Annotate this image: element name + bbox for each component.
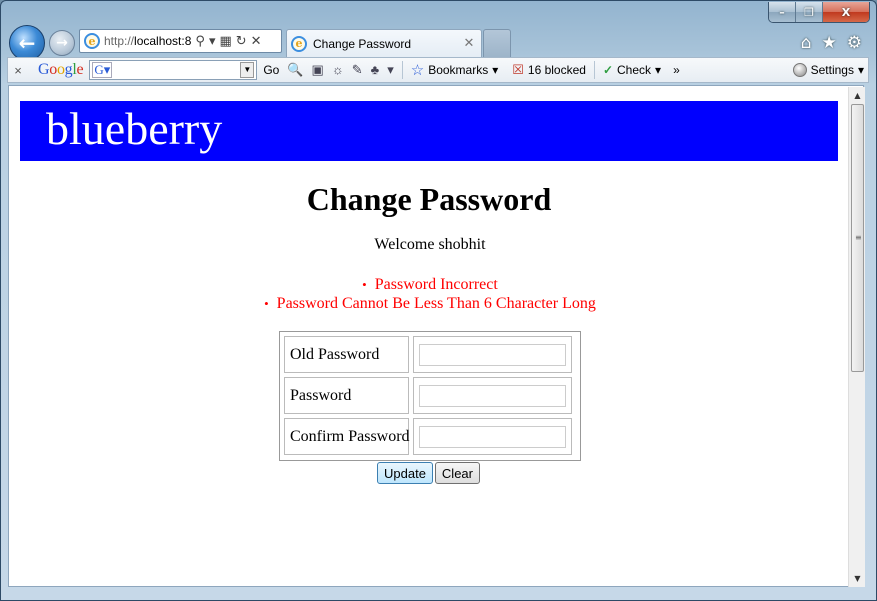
blocked-label: 16 blocked <box>527 63 586 77</box>
form-buttons: Update Clear <box>377 462 480 484</box>
forward-arrow-icon: → <box>56 35 68 51</box>
google-g-icon: G▾ <box>92 62 113 78</box>
error-item: Password Incorrect <box>9 275 851 294</box>
error-list: Password Incorrect Password Cannot Be Le… <box>9 275 851 313</box>
password-field[interactable] <box>419 384 566 407</box>
toolbar-separator <box>593 61 595 79</box>
address-host: localhost:8 <box>134 34 192 48</box>
forward-button[interactable]: → <box>49 30 75 56</box>
change-password-form: Old Password Password Confirm Password <box>279 331 581 461</box>
gear-icon[interactable]: ⚙ <box>847 33 862 53</box>
popup-blocker[interactable]: ☒ 16 blocked <box>512 62 586 78</box>
welcome-message: Welcome shobhit <box>374 236 486 253</box>
scroll-up-arrow-icon[interactable]: ▲ <box>849 87 866 104</box>
go-button[interactable]: Go <box>263 63 279 77</box>
toolbar-overflow[interactable]: » <box>673 63 680 77</box>
update-button[interactable]: Update <box>377 462 433 484</box>
chevron-down-icon: ▾ <box>655 63 662 77</box>
scroll-thumb[interactable]: ≡ <box>851 104 864 372</box>
more-dropdown-icon[interactable]: ▾ <box>387 62 394 78</box>
back-button[interactable]: ← <box>9 25 45 61</box>
close-window-button[interactable]: X <box>823 2 869 22</box>
error-item: Password Cannot Be Less Than 6 Character… <box>9 294 851 313</box>
google-toolbar: × Google G▾ ▼ Go 🔍 ▣ ☼ ✎ ♣ ▾ ☆ Bookmarks… <box>7 57 869 83</box>
translate-icon[interactable]: ✎ <box>352 62 363 78</box>
scroll-down-arrow-icon[interactable]: ▼ <box>849 570 866 587</box>
chevron-down-icon: ▾ <box>492 63 499 77</box>
chat-icon[interactable]: ☼ <box>332 62 344 78</box>
settings-icon <box>792 63 807 77</box>
form-row-old-password: Old Password <box>282 334 578 375</box>
compatibility-icon[interactable]: ▦ <box>219 34 231 49</box>
spell-check-menu[interactable]: ✓ Check ▾ <box>603 63 661 77</box>
bookmarks-menu[interactable]: ☆ Bookmarks ▾ <box>411 61 499 79</box>
address-tools: ⚲ ▾ ▦ ↻ ✕ <box>195 34 261 49</box>
ie-page-icon: e <box>84 33 100 49</box>
toolbar-search-input[interactable]: G▾ ▼ <box>89 60 258 80</box>
restore-button[interactable]: ❐ <box>796 2 823 22</box>
window-caption-buttons: – ❐ X <box>768 2 870 23</box>
form-row-confirm-password: Confirm Password <box>282 416 578 457</box>
confirm-password-label: Confirm Password <box>284 418 410 455</box>
address-prefix: http:// <box>104 34 135 48</box>
settings-label: Settings <box>810 63 854 77</box>
dropdown-icon[interactable]: ▾ <box>209 34 216 49</box>
search-zoom-icon[interactable]: 🔍 <box>287 62 303 78</box>
refresh-icon[interactable]: ↻ <box>236 34 247 49</box>
puzzle-icon[interactable]: ♣ <box>371 62 380 78</box>
navigation-bar: ← → e http://localhost:8 ⚲ ▾ ▦ ↻ ✕ e Cha… <box>1 23 877 61</box>
grip-icon: ≡ <box>855 233 862 242</box>
favorites-star-icon[interactable]: ★ <box>822 33 837 53</box>
tab-title: Change Password <box>313 36 412 51</box>
home-icon[interactable]: ⌂ <box>801 33 812 53</box>
page-viewport: blueberry Change Password Welcome shobhi… <box>8 85 864 587</box>
site-banner: blueberry <box>20 101 838 161</box>
vertical-scrollbar[interactable]: ▲ ≡ ▼ <box>848 87 865 587</box>
stop-icon[interactable]: ✕ <box>251 34 262 49</box>
toolbar-separator <box>401 61 403 79</box>
picture-icon[interactable]: ▣ <box>312 62 324 78</box>
new-tab-button[interactable] <box>483 29 511 57</box>
password-cell <box>413 377 572 414</box>
blocked-icon: ☒ <box>512 62 524 77</box>
password-label: Password <box>284 377 409 414</box>
confirm-password-cell <box>413 418 572 455</box>
back-arrow-icon: ← <box>18 31 36 55</box>
search-dropdown-icon[interactable]: ▼ <box>240 62 255 78</box>
clear-button[interactable]: Clear <box>434 462 480 484</box>
address-bar[interactable]: e http://localhost:8 ⚲ ▾ ▦ ↻ ✕ <box>79 29 282 53</box>
toolbar-close-icon[interactable]: × <box>8 63 28 78</box>
tab-change-password[interactable]: e Change Password ✕ <box>286 29 482 57</box>
bookmarks-label: Bookmarks <box>428 63 489 77</box>
browser-window: – ❐ X ← → e http://localhost:8 ⚲ ▾ ▦ ↻ ✕… <box>0 0 877 601</box>
old-password-label: Old Password <box>284 336 409 373</box>
bookmarks-star-icon: ☆ <box>410 62 425 79</box>
minimize-button[interactable]: – <box>769 2 796 22</box>
form-row-password: Password <box>282 375 578 416</box>
page-title: Change Password <box>306 181 552 217</box>
check-label: Check <box>617 63 652 77</box>
confirm-password-field[interactable] <box>419 425 566 448</box>
old-password-field[interactable] <box>419 343 566 366</box>
address-text[interactable]: http://localhost:8 <box>104 34 191 48</box>
spell-check-icon: ✓ <box>602 63 614 77</box>
chevron-down-icon: ▾ <box>857 63 864 77</box>
google-logo: Google <box>38 61 84 78</box>
old-password-cell <box>413 336 572 373</box>
site-brand: blueberry <box>46 103 223 154</box>
search-icon[interactable]: ⚲ <box>195 34 205 49</box>
ie-tab-icon: e <box>291 35 307 52</box>
settings-menu[interactable]: Settings ▾ <box>792 63 864 77</box>
browser-right-tools: ⌂ ★ ⚙ <box>801 33 862 53</box>
tab-close-icon[interactable]: ✕ <box>461 36 477 51</box>
toolbar-icon-group: 🔍 ▣ ☼ ✎ ♣ ▾ <box>287 62 393 78</box>
